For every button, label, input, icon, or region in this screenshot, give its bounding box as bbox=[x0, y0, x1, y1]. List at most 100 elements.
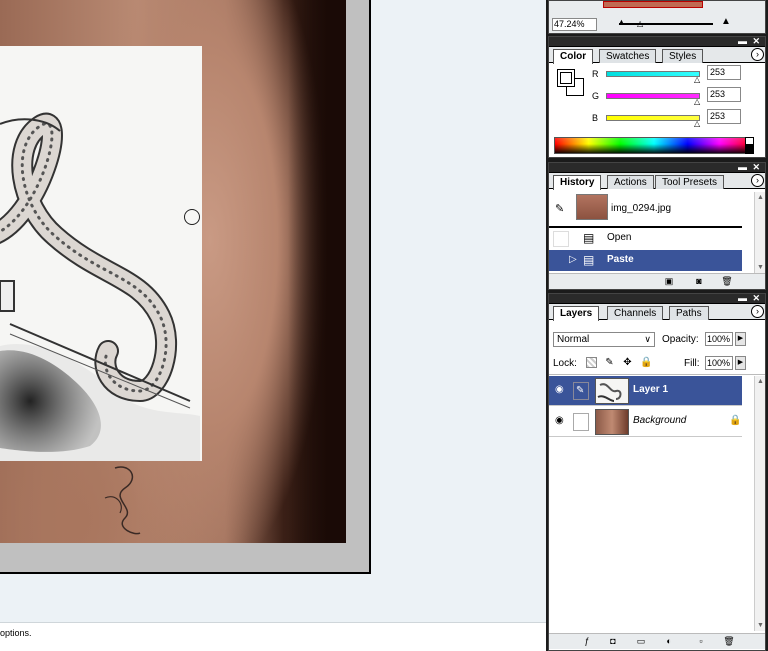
color-ramp[interactable] bbox=[554, 137, 754, 154]
zoom-out-icon[interactable]: ▲ bbox=[617, 17, 626, 27]
history-footer: ▣ ◙ 🗑 bbox=[549, 273, 765, 289]
zoom-field[interactable]: 47.24% bbox=[552, 18, 597, 31]
tab-tool-presets[interactable]: Tool Presets bbox=[655, 175, 725, 189]
snapshot-thumbnail bbox=[576, 194, 608, 220]
green-value-field[interactable]: 253 bbox=[707, 87, 741, 102]
zoom-slider[interactable] bbox=[619, 23, 713, 25]
close-icon[interactable]: ✕ bbox=[752, 37, 760, 46]
black-white-swatch[interactable] bbox=[745, 137, 754, 154]
foreground-color-swatch[interactable] bbox=[557, 69, 575, 87]
chevron-down-icon: ∨ bbox=[644, 334, 651, 344]
opacity-field[interactable]: 100% bbox=[705, 332, 733, 346]
history-state-label: Paste bbox=[607, 254, 634, 265]
trash-icon[interactable]: 🗑 bbox=[723, 636, 735, 647]
layers-scrollbar[interactable]: ▲ ▼ bbox=[754, 376, 765, 631]
slider-marker[interactable]: △ bbox=[694, 97, 700, 106]
fill-slider-button[interactable]: ▶ bbox=[735, 356, 746, 370]
layer-row-background[interactable]: ◉ Background 🔒 bbox=[549, 407, 742, 437]
scroll-up-icon[interactable]: ▲ bbox=[756, 377, 765, 386]
minimize-icon[interactable]: ▬ bbox=[738, 163, 747, 172]
eye-visibility-icon[interactable]: ◉ bbox=[555, 416, 567, 426]
status-bar: options. bbox=[0, 622, 548, 651]
red-value-field[interactable]: 253 bbox=[707, 65, 741, 80]
layer-thumbnail bbox=[595, 378, 629, 404]
history-brush-source-icon[interactable]: ✎ bbox=[555, 202, 564, 215]
slider-label-b: B bbox=[592, 113, 599, 123]
color-tabs: Color Swatches Styles › bbox=[549, 47, 765, 64]
history-source-box[interactable] bbox=[553, 231, 569, 247]
layers-palette-titlebar[interactable]: ▬ ✕ bbox=[549, 294, 765, 304]
scroll-down-icon[interactable]: ▼ bbox=[756, 263, 765, 272]
slider-marker[interactable]: △ bbox=[694, 119, 700, 128]
navigator-thumbnail[interactable] bbox=[603, 1, 703, 8]
eye-visibility-icon[interactable]: ◉ bbox=[555, 385, 567, 395]
slider-marker[interactable]: △ bbox=[694, 75, 700, 84]
image-canvas[interactable] bbox=[0, 0, 346, 543]
layer-thumbnail-art bbox=[597, 383, 622, 402]
trash-icon[interactable]: 🗑 bbox=[721, 276, 733, 287]
tab-actions[interactable]: Actions bbox=[607, 175, 654, 189]
blue-value-field[interactable]: 253 bbox=[707, 109, 741, 124]
history-state-marker-icon[interactable]: ▷ bbox=[569, 254, 577, 265]
layer-link-box[interactable]: ✎ bbox=[573, 382, 589, 400]
red-slider[interactable] bbox=[606, 71, 700, 77]
document-workspace: options. bbox=[0, 0, 548, 651]
history-snapshot[interactable]: ✎ img_0294.jpg bbox=[549, 192, 742, 224]
close-icon[interactable]: ✕ bbox=[752, 294, 760, 303]
tab-layers[interactable]: Layers bbox=[553, 306, 600, 321]
layers-divider bbox=[549, 374, 765, 375]
history-palette-titlebar[interactable]: ▬ ✕ bbox=[549, 163, 765, 173]
new-snapshot-icon[interactable]: ◙ bbox=[693, 276, 705, 287]
lock-transparent-icon[interactable] bbox=[586, 357, 597, 368]
slider-label-r: R bbox=[592, 69, 599, 79]
opacity-slider-button[interactable]: ▶ bbox=[735, 332, 746, 346]
layer-link-box[interactable] bbox=[573, 413, 589, 431]
history-state-open[interactable]: ▤ Open bbox=[549, 228, 742, 249]
history-palette: ▬ ✕ History Actions Tool Presets › ✎ img… bbox=[548, 162, 766, 290]
minimize-icon[interactable]: ▬ bbox=[738, 37, 747, 46]
tab-history[interactable]: History bbox=[553, 175, 602, 190]
octopus-tentacle-drawing bbox=[0, 46, 202, 461]
scroll-up-icon[interactable]: ▲ bbox=[756, 193, 765, 202]
snapshot-name: img_0294.jpg bbox=[611, 203, 672, 214]
green-slider[interactable] bbox=[606, 93, 700, 99]
palette-menu-icon[interactable]: › bbox=[751, 174, 764, 187]
adjustment-layer-icon[interactable]: ◐ bbox=[663, 636, 675, 647]
tab-paths[interactable]: Paths bbox=[669, 306, 709, 320]
history-state-paste[interactable]: ▷ ▤ Paste bbox=[549, 250, 742, 271]
layer-name[interactable]: Layer 1 bbox=[633, 384, 668, 395]
tab-styles[interactable]: Styles bbox=[662, 49, 704, 63]
history-tabs: History Actions Tool Presets › bbox=[549, 173, 765, 190]
tab-swatches[interactable]: Swatches bbox=[599, 49, 657, 63]
tab-channels[interactable]: Channels bbox=[607, 306, 664, 320]
zoom-slider-knob[interactable]: △ bbox=[637, 19, 643, 28]
color-palette-titlebar[interactable]: ▬ ✕ bbox=[549, 37, 765, 47]
layer-mask-icon[interactable]: ◘ bbox=[607, 636, 619, 647]
scroll-down-icon[interactable]: ▼ bbox=[756, 621, 765, 630]
pasted-drawing bbox=[0, 46, 202, 461]
layer-style-icon[interactable]: ƒ bbox=[581, 636, 593, 647]
zoom-in-icon[interactable]: ▲ bbox=[721, 16, 731, 27]
fill-field[interactable]: 100% bbox=[705, 356, 733, 370]
brush-cursor bbox=[184, 209, 200, 225]
lock-image-brush-icon[interactable]: ✎ bbox=[604, 357, 615, 368]
new-layer-set-icon[interactable]: ▭ bbox=[635, 636, 647, 647]
layer-row-layer-1[interactable]: ◉ ✎ Layer 1 bbox=[549, 376, 742, 406]
palette-menu-icon[interactable]: › bbox=[751, 305, 764, 318]
tab-color[interactable]: Color bbox=[553, 49, 594, 64]
history-scrollbar[interactable]: ▲ ▼ bbox=[754, 192, 765, 273]
minimize-icon[interactable]: ▬ bbox=[738, 294, 747, 303]
lock-position-move-icon[interactable]: ✥ bbox=[622, 357, 633, 368]
arm-tattoo bbox=[104, 466, 141, 535]
close-icon[interactable]: ✕ bbox=[752, 163, 760, 172]
status-text: options. bbox=[0, 628, 32, 638]
palette-menu-icon[interactable]: › bbox=[751, 48, 764, 61]
new-document-from-state-icon[interactable]: ▣ bbox=[663, 276, 675, 287]
new-layer-icon[interactable]: ▫ bbox=[695, 636, 707, 647]
layer-name[interactable]: Background bbox=[633, 415, 686, 426]
blue-slider[interactable] bbox=[606, 115, 700, 121]
document-window[interactable] bbox=[0, 0, 371, 574]
document-state-icon: ▤ bbox=[583, 231, 595, 245]
blend-mode-select[interactable]: Normal ∨ bbox=[553, 332, 655, 347]
lock-all-icon[interactable]: 🔒 bbox=[640, 357, 652, 368]
